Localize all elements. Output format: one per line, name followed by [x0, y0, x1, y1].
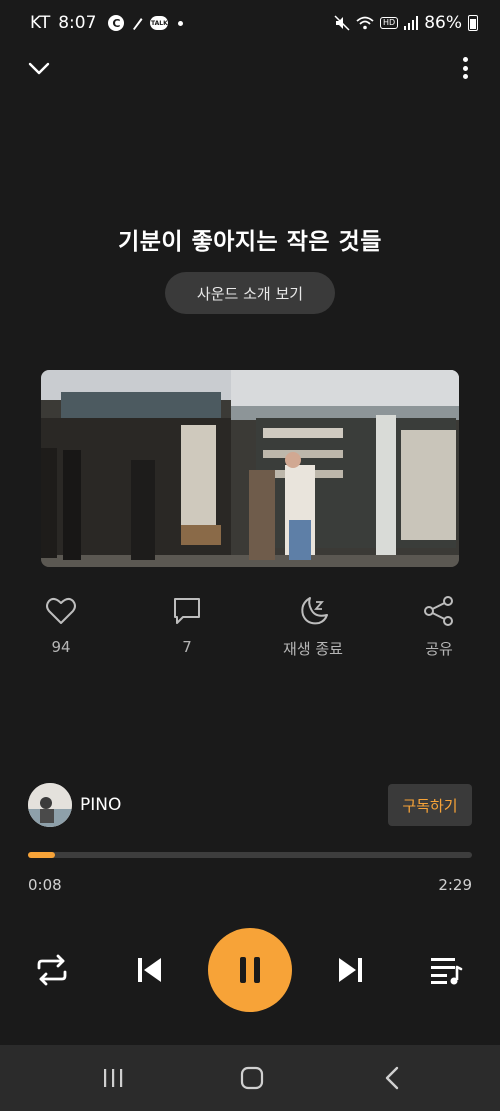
more-notifications-dot [178, 20, 184, 26]
playlist-button[interactable] [424, 950, 468, 990]
channel-name[interactable]: PINO [80, 795, 121, 815]
pen-icon [132, 18, 143, 30]
pause-button[interactable] [208, 928, 292, 1012]
moon-sleep-icon [301, 597, 328, 625]
skip-previous-icon [138, 958, 161, 982]
cover-image [41, 370, 459, 567]
sleep-timer-label: 재생 종료 [283, 640, 343, 658]
track-title: 기분이 좋아지는 작은 것들 [118, 229, 382, 255]
sleep-timer-button[interactable]: 재생 종료 [263, 594, 363, 659]
c-badge-icon: C [108, 15, 125, 31]
battery-icon [468, 15, 478, 31]
chevron-down-icon [28, 62, 50, 75]
heart-icon [46, 597, 76, 624]
recent-apps-button[interactable] [73, 1045, 153, 1111]
like-count: 94 [51, 638, 71, 656]
clock: 8:07 [58, 13, 97, 33]
progress-bar[interactable] [28, 852, 472, 858]
avatar-image [28, 783, 72, 827]
channel-row: PINO 구독하기 [28, 783, 472, 827]
comment-button[interactable]: 7 [137, 594, 237, 656]
player-top-bar [0, 48, 500, 88]
progress-fill [28, 852, 55, 858]
status-right: HD 86% [334, 13, 478, 33]
playback-controls [0, 928, 500, 1012]
status-left: KT 8:07 C TALK [30, 13, 184, 33]
previous-button[interactable] [128, 950, 172, 990]
back-icon [385, 1066, 399, 1090]
battery-percent: 86% [424, 13, 462, 33]
mute-icon [334, 15, 350, 31]
repeat-button[interactable] [30, 950, 74, 990]
system-nav-bar [0, 1045, 500, 1111]
wifi-icon [356, 16, 374, 30]
cover-illustration [41, 370, 459, 567]
share-label: 공유 [425, 640, 453, 658]
home-icon [240, 1066, 264, 1090]
pause-icon [240, 957, 260, 983]
signal-icon [404, 16, 419, 30]
collapse-button[interactable] [26, 56, 52, 82]
share-icon [424, 596, 453, 626]
recent-apps-icon [104, 1069, 123, 1087]
next-button[interactable] [328, 950, 372, 990]
current-time: 0:08 [28, 876, 62, 894]
skip-next-icon [339, 958, 362, 982]
back-button[interactable] [352, 1045, 432, 1111]
status-bar: KT 8:07 C TALK HD 86% [0, 0, 500, 46]
action-row: 94 7 재생 종료 공유 [0, 594, 500, 664]
total-time: 2:29 [438, 876, 472, 894]
home-button[interactable] [212, 1045, 292, 1111]
carrier-label: KT [30, 13, 51, 33]
sound-intro-button[interactable]: 사운드 소개 보기 [165, 272, 335, 314]
comment-icon [174, 598, 200, 624]
repeat-icon [37, 954, 67, 986]
more-vert-icon [462, 57, 468, 62]
hd-badge: HD [380, 17, 399, 29]
share-button[interactable]: 공유 [389, 594, 489, 659]
subscribe-button[interactable]: 구독하기 [388, 784, 472, 826]
notification-icons: C TALK [108, 15, 184, 31]
avatar[interactable] [28, 783, 72, 827]
more-options-button[interactable] [460, 54, 470, 82]
talk-icon: TALK [150, 16, 169, 30]
comment-count: 7 [182, 638, 192, 656]
like-button[interactable]: 94 [11, 594, 111, 656]
playlist-icon [431, 958, 463, 985]
